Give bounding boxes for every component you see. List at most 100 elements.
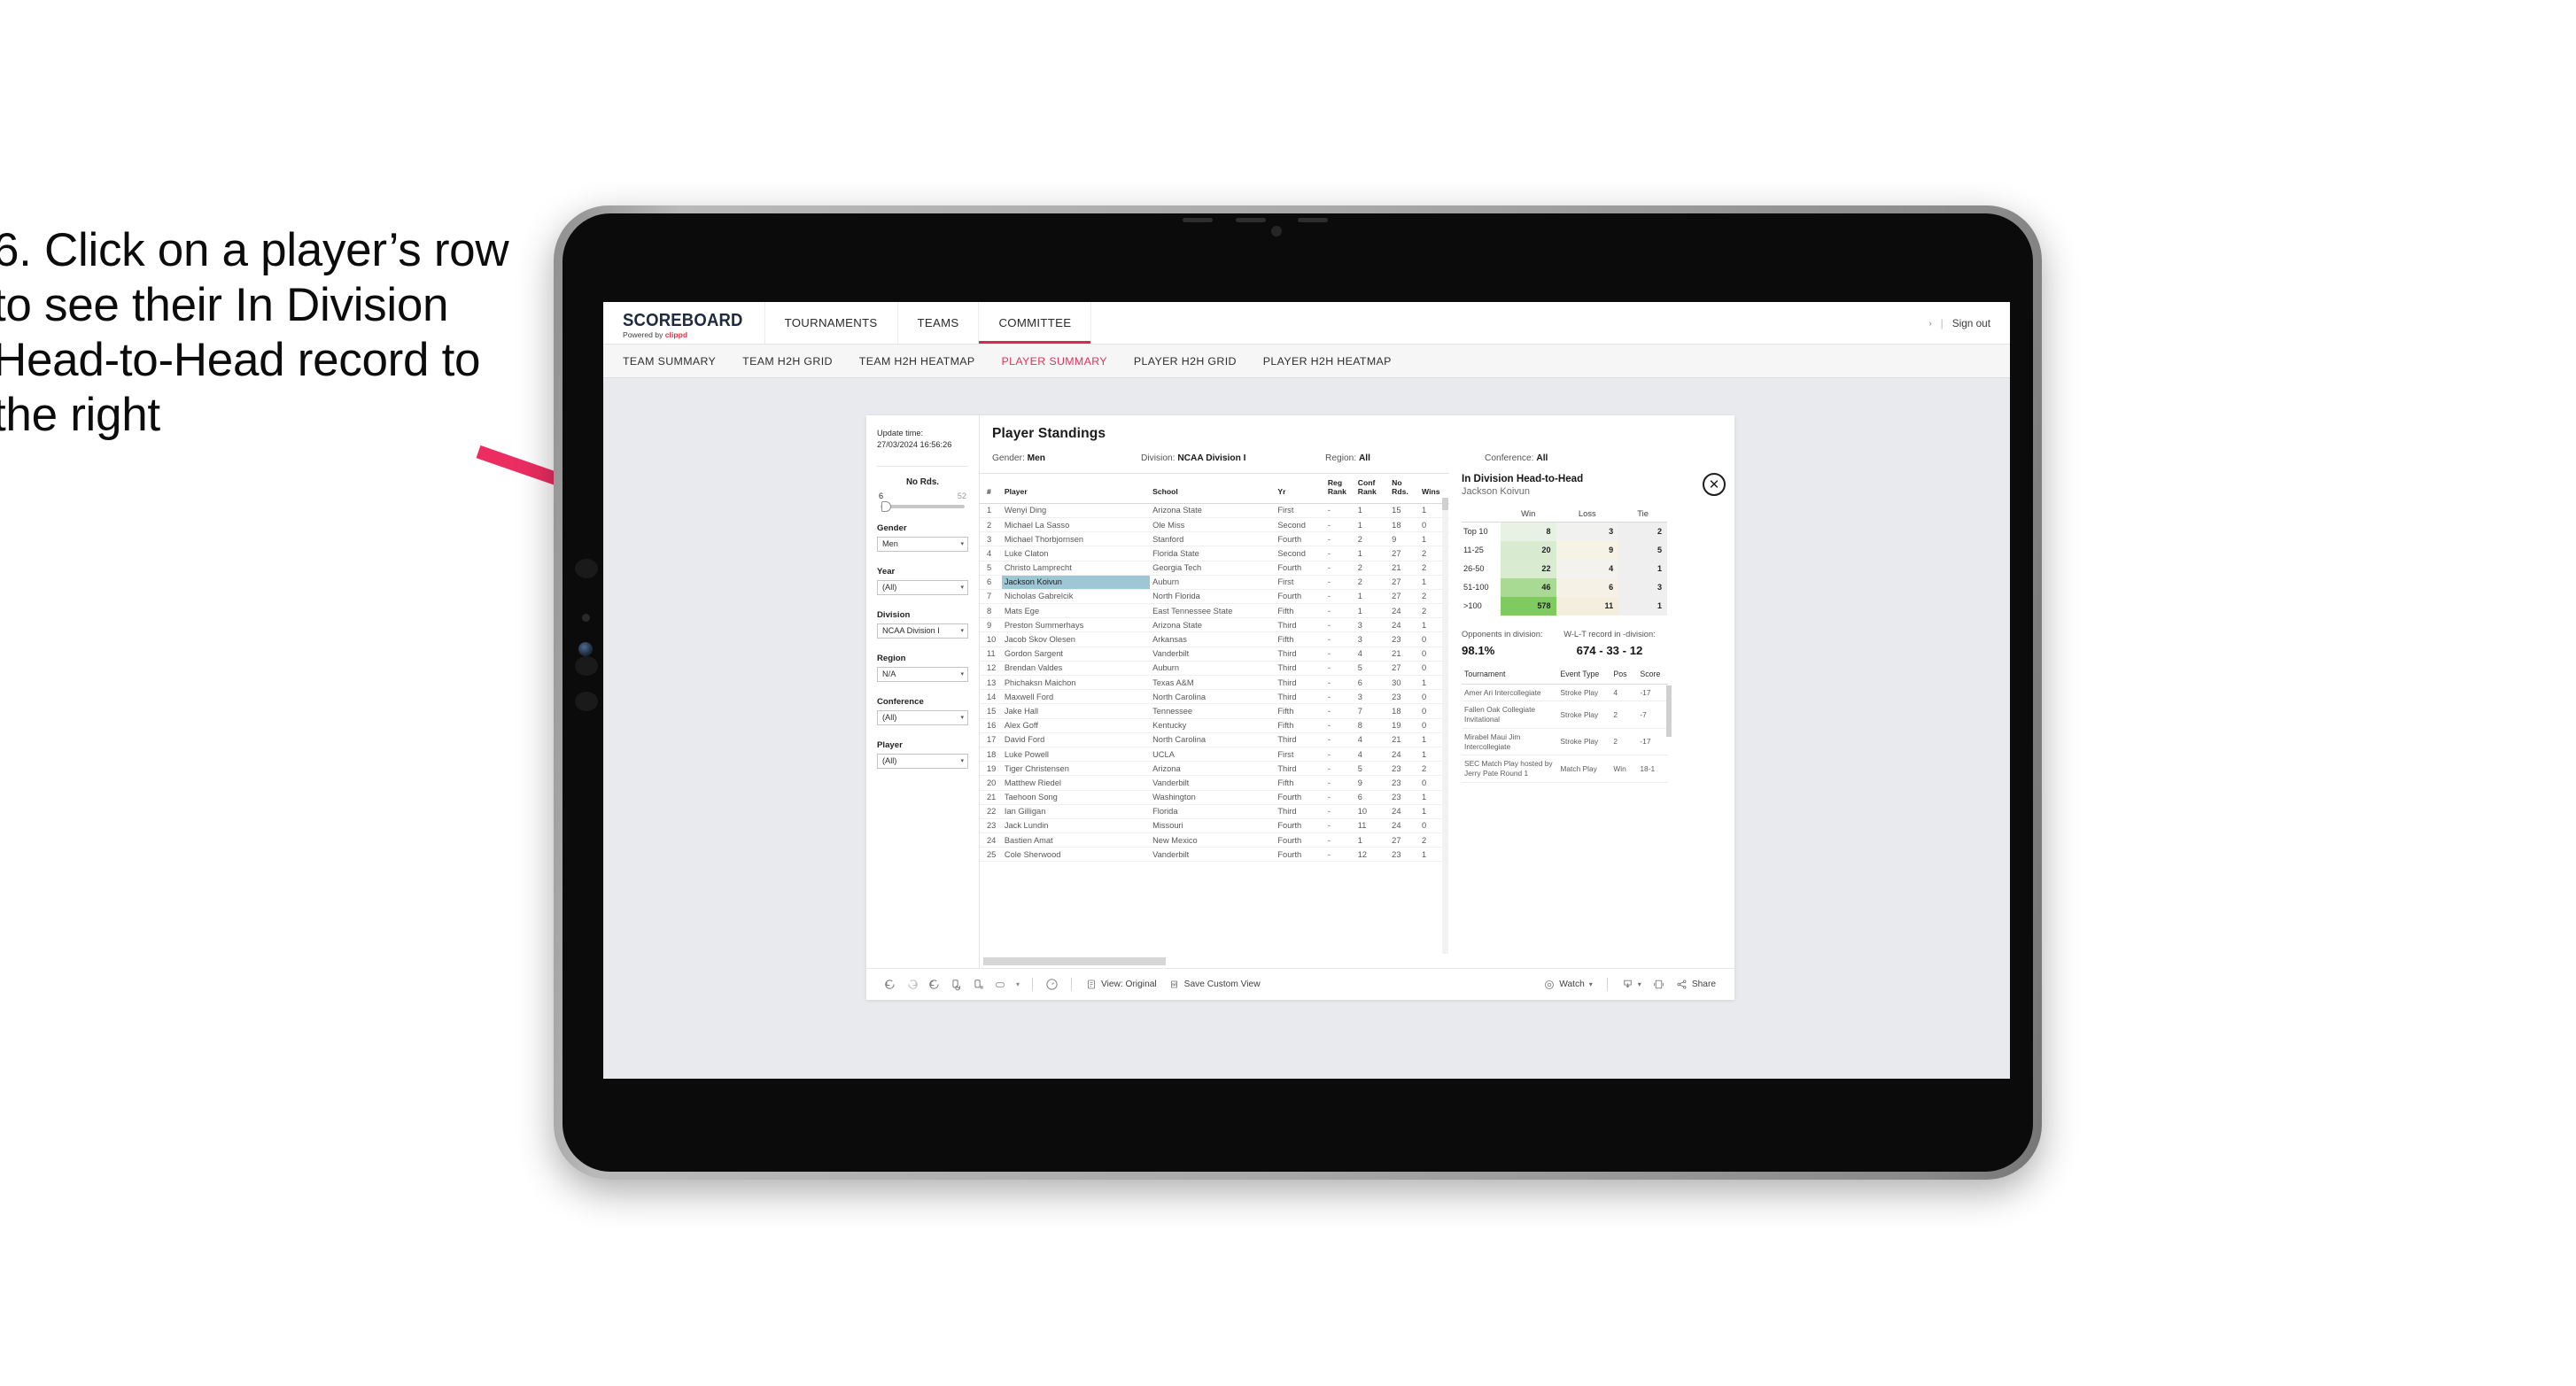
vertical-scrollbar-track[interactable] xyxy=(1442,498,1448,954)
sign-out-link[interactable]: Sign out xyxy=(1952,317,1990,329)
col-school[interactable]: School xyxy=(1150,474,1276,504)
table-row[interactable]: 17 David Ford North Carolina Third -4 21 1 xyxy=(980,732,1449,747)
cell-reg-rank: - xyxy=(1324,517,1355,533)
col-conf-rank[interactable]: Conf Rank xyxy=(1354,474,1390,504)
share-button[interactable]: Share xyxy=(1670,974,1722,995)
horizontal-scrollbar-track[interactable] xyxy=(980,956,1449,968)
pause-updates-icon[interactable] xyxy=(967,974,989,995)
tab-team-summary[interactable]: TEAM SUMMARY xyxy=(623,355,716,368)
undo-icon[interactable] xyxy=(879,974,901,995)
col-reg-rank[interactable]: Reg Rank xyxy=(1324,474,1355,504)
cell-no-rds: 23 xyxy=(1389,790,1420,805)
table-row[interactable]: 8 Mats Ege East Tennessee State Fifth -1 24 2 xyxy=(980,603,1449,619)
table-row[interactable]: 12 Brendan Valdes Auburn Third -5 27 0 xyxy=(980,661,1449,677)
cell-conf-rank: 1 xyxy=(1354,589,1390,605)
slider-handle[interactable] xyxy=(881,500,891,512)
redo-icon[interactable] xyxy=(901,974,923,995)
table-row[interactable]: 21 Taehoon Song Washington Fourth -6 23 1 xyxy=(980,790,1449,805)
table-row[interactable]: 4 Luke Claton Florida State Second -1 27 2 xyxy=(980,546,1449,561)
table-row[interactable]: 23 Jack Lundin Missouri Fourth -11 24 0 xyxy=(980,818,1449,834)
app-logo[interactable]: SCOREBOARD Powered by clippd xyxy=(603,302,765,344)
tournaments-scrollbar-thumb[interactable] xyxy=(1666,685,1672,737)
chevron-right-icon[interactable]: › xyxy=(1929,319,1932,328)
filter-year-select[interactable]: (All) ▾ xyxy=(877,579,968,595)
tab-team-h2h-grid[interactable]: TEAM H2H GRID xyxy=(742,355,833,368)
table-row[interactable]: 19 Tiger Christensen Arizona Third -5 23 2 xyxy=(980,761,1449,777)
tab-player-summary[interactable]: PLAYER SUMMARY xyxy=(1001,355,1106,368)
col-rank[interactable]: # xyxy=(980,474,1002,504)
table-row[interactable]: 25 Cole Sherwood Vanderbilt Fourth -12 23 1 xyxy=(980,847,1449,863)
cell-player: Cole Sherwood xyxy=(1001,847,1151,863)
fullscreen-icon[interactable] xyxy=(1648,974,1670,995)
tablet-bezel: SCOREBOARD Powered by clippd TOURNAMENTS… xyxy=(563,213,2033,1172)
refresh-data-icon[interactable] xyxy=(945,974,967,995)
save-custom-view-button[interactable]: Save Custom View xyxy=(1163,974,1267,995)
highlight-dropdown-icon[interactable]: ▾ xyxy=(1012,974,1024,995)
share-label: Share xyxy=(1691,979,1716,989)
front-camera-icon xyxy=(1271,226,1282,236)
cell-no-rds: 24 xyxy=(1389,603,1420,619)
revert-icon[interactable] xyxy=(923,974,945,995)
tab-team-h2h-heatmap[interactable]: TEAM H2H HEATMAP xyxy=(859,355,975,368)
table-row[interactable]: 2 Michael La Sasso Ole Miss Second -1 18 0 xyxy=(980,517,1449,533)
pause-auto-update-icon[interactable] xyxy=(1041,974,1063,995)
table-row[interactable]: 3 Michael Thorbjornsen Stanford Fourth -2 9 1 xyxy=(980,531,1449,547)
table-row[interactable]: 11 Gordon Sargent Vanderbilt Third -4 21 0 xyxy=(980,647,1449,662)
table-row[interactable]: 14 Maxwell Ford North Carolina Third -3 23 0 xyxy=(980,689,1449,705)
view-original-button[interactable]: View: Original xyxy=(1080,974,1163,995)
cell-player: Brendan Valdes xyxy=(1001,661,1151,677)
filter-division-select[interactable]: NCAA Division I ▾ xyxy=(877,623,968,639)
table-row[interactable]: 5 Christo Lamprecht Georgia Tech Fourth -2 21… xyxy=(980,561,1449,576)
table-row[interactable]: 24 Bastien Amat New Mexico Fourth -1 27 2 xyxy=(980,832,1449,848)
nav-committee[interactable]: COMMITTEE xyxy=(979,302,1092,344)
chevron-down-icon: ▾ xyxy=(960,671,964,678)
table-row[interactable]: 6 Jackson Koivun Auburn First -2 27 1 xyxy=(980,575,1449,590)
volume-down-button[interactable] xyxy=(575,656,598,676)
table-row[interactable]: 20 Matthew Riedel Vanderbilt Fifth -9 23 0 xyxy=(980,775,1449,791)
microphone-icon xyxy=(582,614,590,622)
update-time: Update time: 27/03/2024 16:56:26 xyxy=(877,428,968,452)
col-no-rds[interactable]: No Rds. xyxy=(1389,474,1420,504)
highlight-icon[interactable] xyxy=(989,974,1012,995)
nav-tournaments[interactable]: TOURNAMENTS xyxy=(765,302,898,344)
volume-up-button[interactable] xyxy=(575,559,598,578)
filter-player-select[interactable]: (All) ▾ xyxy=(877,753,968,769)
power-button[interactable] xyxy=(575,692,598,711)
col-yr[interactable]: Yr xyxy=(1275,474,1325,504)
cell-rank: 17 xyxy=(980,732,1002,747)
tab-player-h2h-grid[interactable]: PLAYER H2H GRID xyxy=(1134,355,1237,368)
table-row[interactable]: 13 Phichaksn Maichon Texas A&M Third -6 30 1 xyxy=(980,675,1449,691)
no-rounds-range: 6 52 xyxy=(879,492,966,500)
cell-no-rds: 27 xyxy=(1389,661,1420,677)
divider xyxy=(877,465,968,467)
table-row[interactable]: 9 Preston Summerhays Arizona State Third -3 2… xyxy=(980,617,1449,633)
col-player[interactable]: Player xyxy=(1001,474,1151,504)
cell-player: Christo Lamprecht xyxy=(1001,561,1151,576)
nav-teams[interactable]: TEAMS xyxy=(898,302,980,344)
table-row[interactable]: 16 Alex Goff Kentucky Fifth -8 19 0 xyxy=(980,718,1449,733)
table-row[interactable]: 10 Jacob Skov Olesen Arkansas Fifth -3 23 0 xyxy=(980,631,1449,647)
filter-conference-select[interactable]: (All) ▾ xyxy=(877,709,968,725)
table-row[interactable]: 18 Luke Powell UCLA First -4 24 1 xyxy=(980,747,1449,763)
col-tournament: Tournament xyxy=(1462,669,1558,685)
close-icon[interactable]: ✕ xyxy=(1703,473,1726,496)
table-row[interactable]: 1 Wenyi Ding Arizona State First -1 15 1 xyxy=(980,503,1449,518)
table-row[interactable]: 22 Ian Gilligan Florida Third -10 24 1 xyxy=(980,804,1449,819)
h2h-band-label: 51-100 xyxy=(1463,583,1489,592)
table-row[interactable]: 7 Nicholas Gabrelcik North Florida Fourth -1… xyxy=(980,589,1449,605)
filter-gender-select[interactable]: Men ▾ xyxy=(877,536,968,552)
cell-school: New Mexico xyxy=(1150,832,1276,848)
h2h-loss-cell: 9 xyxy=(1556,540,1619,560)
table-row[interactable]: 15 Jake Hall Tennessee Fifth -7 18 0 xyxy=(980,703,1449,719)
main-split: # Player School Yr Reg Rank Conf Rank No Rd… xyxy=(980,473,1734,968)
h2h-col-win: Win xyxy=(1501,508,1556,523)
filter-region-select[interactable]: N/A ▾ xyxy=(877,666,968,682)
download-button[interactable]: ▾ xyxy=(1616,974,1648,995)
h2h-loss-cell: 3 xyxy=(1556,522,1619,541)
watch-button[interactable]: Watch ▾ xyxy=(1538,974,1599,995)
vertical-scrollbar-thumb[interactable] xyxy=(1442,498,1448,510)
cell-reg-rank: - xyxy=(1324,647,1355,662)
no-rounds-slider[interactable] xyxy=(881,500,965,512)
horizontal-scrollbar-thumb[interactable] xyxy=(983,957,1166,965)
tab-player-h2h-heatmap[interactable]: PLAYER H2H HEATMAP xyxy=(1263,355,1392,368)
